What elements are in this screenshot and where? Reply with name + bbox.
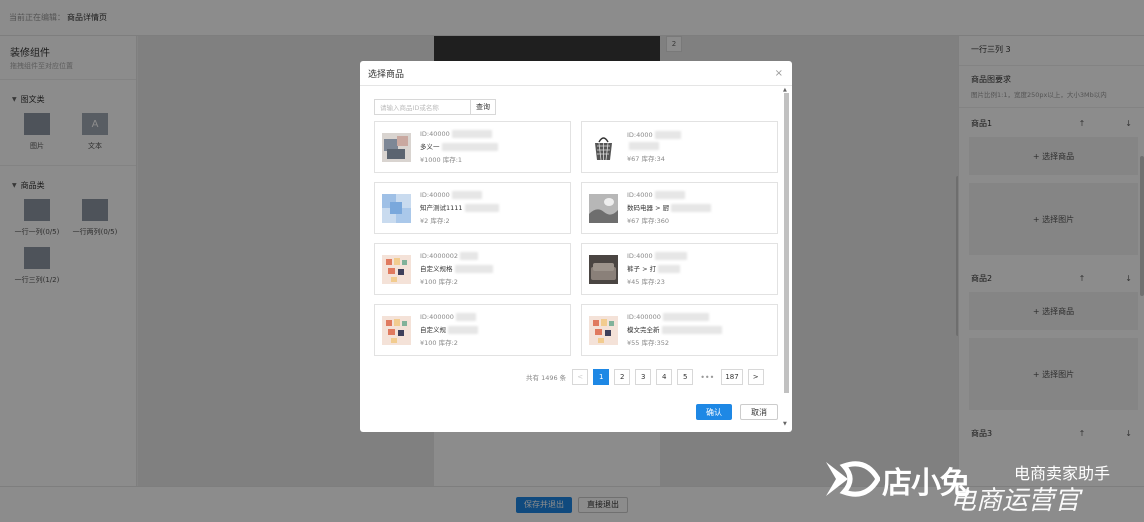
watermark: 店小兔 电商卖家助手 电商运营官: [818, 452, 1144, 522]
search-button[interactable]: 查询: [470, 99, 496, 115]
dialog-header: 选择商品 ×: [360, 61, 792, 86]
last-page-button[interactable]: 187: [721, 369, 743, 385]
product-thumbnail: [589, 132, 618, 162]
page-button[interactable]: 5: [677, 369, 694, 385]
product-name: 数码电器 > 厨: [627, 204, 670, 212]
product-price-stock: ¥2 库存:2: [420, 217, 450, 225]
product-card[interactable]: ID:4000002 自定义规格 ¥100 库存:2: [374, 243, 571, 295]
product-price-stock: ¥100 库存:2: [420, 278, 458, 286]
scroll-down-icon[interactable]: ▼: [783, 421, 787, 427]
product-thumbnail: [382, 132, 411, 162]
product-name: 自定义规: [420, 326, 446, 334]
product-thumbnail: [589, 193, 618, 223]
product-price-stock: ¥55 库存:352: [627, 339, 670, 347]
product-id: ID:40000: [420, 191, 450, 199]
product-price-stock: ¥100 库存:2: [420, 339, 458, 347]
product-card[interactable]: ID:4000 裤子 > 打 ¥45 库存:23: [581, 243, 778, 295]
watermark-calligraphy: 电商运营官: [950, 486, 1081, 516]
product-search: 请输入商品ID或名称 查询: [374, 99, 496, 115]
product-name: 模文完全新: [627, 326, 660, 334]
product-price-stock: ¥67 库存:360: [627, 217, 670, 225]
product-name: 裤子 > 打: [627, 265, 657, 273]
product-card[interactable]: ID:4000 数码电器 > 厨 ¥67 库存:360: [581, 182, 778, 234]
prev-page-button[interactable]: <: [572, 369, 589, 385]
product-thumbnail: [382, 254, 411, 284]
product-name: 多义一: [420, 143, 440, 151]
product-id: ID:4000: [627, 131, 653, 139]
product-thumbnail: [382, 193, 411, 223]
product-thumbnail: [589, 315, 618, 345]
product-thumbnail: [589, 254, 618, 284]
product-thumbnail: [382, 315, 411, 345]
scrollbar-thumb[interactable]: [784, 93, 789, 393]
search-input[interactable]: 请输入商品ID或名称: [374, 99, 470, 115]
product-price-stock: ¥67 库存:34: [627, 155, 665, 163]
next-page-button[interactable]: >: [747, 369, 764, 385]
page-button[interactable]: 4: [656, 369, 673, 385]
product-id: ID:4000: [627, 252, 653, 260]
product-grid: ID:40000 多义一 ¥1000 库存:1 ID:4000 ¥67 库存:3…: [374, 121, 778, 356]
page-button[interactable]: 2: [614, 369, 631, 385]
fish-logo-icon: [826, 461, 880, 497]
dialog-footer: 确认 取消: [696, 404, 778, 420]
product-id: ID:400000: [627, 313, 661, 321]
product-price-stock: ¥45 库存:23: [627, 278, 665, 286]
dialog-scrollbar[interactable]: ▲ ▼: [783, 87, 790, 432]
page-button[interactable]: 1: [593, 369, 610, 385]
product-card[interactable]: ID:40000 多义一 ¥1000 库存:1: [374, 121, 571, 173]
product-card[interactable]: ID:4000 ¥67 库存:34: [581, 121, 778, 173]
product-price-stock: ¥1000 库存:1: [420, 156, 463, 164]
product-id: ID:400000: [420, 313, 454, 321]
dialog-title: 选择商品: [368, 69, 405, 80]
ellipsis[interactable]: •••: [698, 373, 716, 382]
product-name: 知产测试1111: [420, 204, 463, 212]
product-card[interactable]: ID:400000 自定义规 ¥100 库存:2: [374, 304, 571, 356]
select-product-dialog: 选择商品 × 请输入商品ID或名称 查询 ID:40000 多义一 ¥1000 …: [360, 61, 792, 432]
product-card[interactable]: ID:40000 知产测试1111 ¥2 库存:2: [374, 182, 571, 234]
product-name: 自定义规格: [420, 265, 453, 273]
close-icon[interactable]: ×: [775, 68, 783, 79]
cancel-button[interactable]: 取消: [740, 404, 778, 420]
product-id: ID:4000002: [420, 252, 459, 260]
product-card[interactable]: ID:400000 模文完全新 ¥55 库存:352: [581, 304, 778, 356]
total-count: 共有 1496 条: [526, 374, 567, 382]
page-button[interactable]: 3: [635, 369, 652, 385]
product-id: ID:4000: [627, 191, 653, 199]
confirm-button[interactable]: 确认: [696, 404, 732, 420]
product-id: ID:40000: [420, 130, 450, 138]
pagination: 共有 1496 条 < 1 2 3 4 5 ••• 187 >: [526, 369, 764, 385]
